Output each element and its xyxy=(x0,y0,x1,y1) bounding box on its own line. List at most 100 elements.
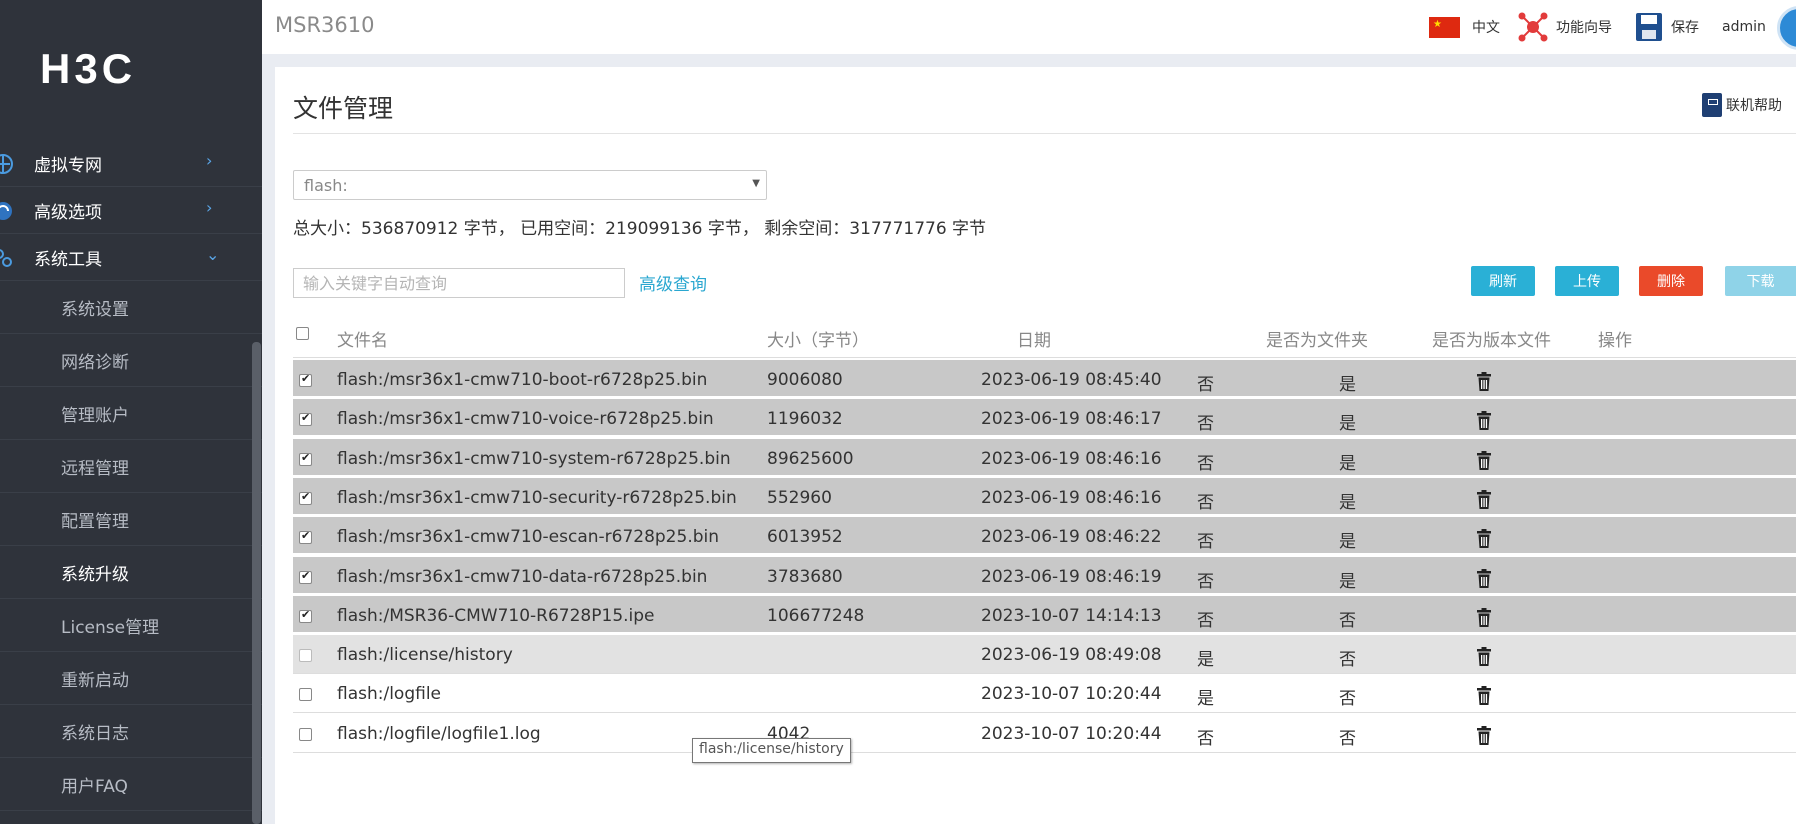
table-row[interactable]: flash:/logfile/logfile1.log 4042 2023-10-0… xyxy=(293,714,1796,753)
cell-version: 否 xyxy=(1339,610,1356,631)
trash-icon[interactable] xyxy=(1476,686,1492,706)
filename-tooltip: flash:/license/history xyxy=(692,738,851,763)
sidebar-subitem[interactable]: 系统日志 xyxy=(0,705,262,758)
row-checkbox[interactable] xyxy=(299,608,312,623)
row-checkbox[interactable] xyxy=(299,569,312,584)
cell-version: 否 xyxy=(1339,689,1356,710)
cell-name[interactable]: flash:/license/history xyxy=(337,645,513,665)
chevron-down-icon: ⌄ xyxy=(206,245,220,264)
help-label: 联机帮助 xyxy=(1726,98,1782,114)
chevron-right-icon: › xyxy=(206,198,213,217)
column-header-size[interactable]: 大小（字节） xyxy=(767,326,869,351)
row-checkbox[interactable] xyxy=(299,727,312,741)
table-row[interactable]: flash:/msr36x1-cmw710-system-r6728p25.bi… xyxy=(293,438,1796,478)
cell-name[interactable]: flash:/msr36x1-cmw710-data-r6728p25.bin xyxy=(337,567,707,587)
column-header-name[interactable]: 文件名 xyxy=(337,326,388,351)
upload-button[interactable]: 上传 xyxy=(1555,266,1619,296)
cell-name[interactable]: flash:/logfile/logfile1.log xyxy=(337,724,541,744)
cell-size: 9006080 xyxy=(767,370,843,390)
top-bar: MSR3610 中文 功能向导 保存 admin xyxy=(262,0,1796,54)
row-checkbox[interactable] xyxy=(299,372,312,387)
column-header-date[interactable]: 日期 xyxy=(1017,326,1051,351)
cell-date: 2023-06-19 08:46:17 xyxy=(981,409,1162,430)
storage-select[interactable]: flash: ▼ xyxy=(293,170,767,200)
table-row[interactable]: flash:/msr36x1-cmw710-voice-r6728p25.bin… xyxy=(293,399,1796,439)
cell-name[interactable]: flash:/msr36x1-cmw710-system-r6728p25.bi… xyxy=(337,449,731,469)
cell-name[interactable]: flash:/msr36x1-cmw710-security-r6728p25.… xyxy=(337,488,737,508)
cell-name[interactable]: flash:/msr36x1-cmw710-escan-r6728p25.bin xyxy=(337,527,719,547)
sidebar-subitem[interactable]: License管理 xyxy=(0,599,262,652)
trash-icon[interactable] xyxy=(1476,647,1492,667)
sidebar-subitem[interactable]: 远程管理 xyxy=(0,440,262,493)
trash-icon[interactable] xyxy=(1476,568,1492,589)
sidebar-item-label: 系统工具 xyxy=(34,249,102,270)
user-menu[interactable]: admin xyxy=(1722,0,1766,54)
table-row[interactable]: flash:/license/history 2023-06-19 08:49:0… xyxy=(293,635,1796,675)
trash-icon[interactable] xyxy=(1476,489,1492,510)
online-help-link[interactable]: 联机帮助 xyxy=(1702,93,1782,117)
storage-summary: 总大小：536870912 字节， 已用空间：219099136 字节， 剩余空… xyxy=(293,219,987,239)
refresh-button[interactable]: 刷新 xyxy=(1471,266,1535,296)
sidebar-item-vpn[interactable]: 虚拟专网 › xyxy=(0,140,262,187)
cell-folder: 否 xyxy=(1197,571,1214,592)
cell-folder: 是 xyxy=(1197,689,1214,710)
sidebar: H3C 虚拟专网 › 高级选项 › 系统工具 ⌄ 系统设置 网络诊断 管理账户 远程管理 配置管理系… xyxy=(0,0,262,824)
wizard-button[interactable]: 功能向导 xyxy=(1516,0,1612,54)
advanced-search-link[interactable]: 高级查询 xyxy=(639,270,707,295)
column-header-version[interactable]: 是否为版本文件 xyxy=(1432,326,1551,351)
sidebar-subitem[interactable]: 网络诊断 xyxy=(0,334,262,387)
storage-select-value: flash: xyxy=(304,176,348,195)
sidebar-subitem[interactable]: 配置管理 xyxy=(0,493,262,546)
sidebar-item-label: 高级选项 xyxy=(34,202,102,223)
row-checkbox[interactable] xyxy=(299,451,312,466)
trash-icon[interactable] xyxy=(1476,725,1492,746)
cell-date: 2023-06-19 08:46:19 xyxy=(981,566,1162,587)
trash-icon[interactable] xyxy=(1476,450,1492,471)
delete-button[interactable]: 删除 xyxy=(1639,266,1703,296)
column-header-folder[interactable]: 是否为文件夹 xyxy=(1266,326,1368,351)
sidebar-item-tools[interactable]: 系统工具 ⌄ xyxy=(0,234,262,281)
sidebar-subitem[interactable]: 管理账户 xyxy=(0,387,262,440)
table-row[interactable]: flash:/msr36x1-cmw710-boot-r6728p25.bin 9… xyxy=(293,360,1796,399)
save-button[interactable]: 保存 xyxy=(1635,0,1699,54)
row-checkbox[interactable] xyxy=(299,411,312,427)
language-switch[interactable]: 中文 xyxy=(1429,0,1500,54)
search-input[interactable] xyxy=(293,268,625,298)
cell-version: 否 xyxy=(1339,728,1356,749)
title-divider xyxy=(293,133,1796,134)
select-all-checkbox[interactable] xyxy=(296,327,309,340)
table-row[interactable]: flash:/logfile 2023-10-07 10:20:44 是 否 xyxy=(293,674,1796,714)
download-button[interactable]: 下载 xyxy=(1725,266,1796,296)
sidebar-scrollbar[interactable] xyxy=(252,342,261,824)
cell-version: 是 xyxy=(1339,571,1356,592)
cell-name[interactable]: flash:/logfile xyxy=(337,684,441,704)
trash-icon[interactable] xyxy=(1476,607,1492,628)
row-checkbox[interactable] xyxy=(299,529,312,545)
sidebar-subitem[interactable]: 系统设置 xyxy=(0,281,262,334)
sidebar-item-advanced[interactable]: 高级选项 › xyxy=(0,187,262,234)
sidebar-subitem[interactable]: 系统升级 xyxy=(0,546,262,599)
row-checkbox[interactable] xyxy=(299,688,312,702)
trash-icon[interactable] xyxy=(1476,529,1492,549)
tools-icon xyxy=(0,247,14,269)
wizard-label: 功能向导 xyxy=(1556,20,1612,36)
cell-name[interactable]: flash:/msr36x1-cmw710-voice-r6728p25.bin xyxy=(337,409,714,429)
row-checkbox[interactable] xyxy=(299,649,312,663)
table-row[interactable]: flash:/MSR36-CMW710-R6728P15.ipe 10667724… xyxy=(293,595,1796,635)
sidebar-subitem[interactable]: 重新启动 xyxy=(0,652,262,705)
cell-name[interactable]: flash:/msr36x1-cmw710-boot-r6728p25.bin xyxy=(337,370,707,390)
table-row[interactable]: flash:/msr36x1-cmw710-escan-r6728p25.bin… xyxy=(293,517,1796,557)
table-row[interactable]: flash:/msr36x1-cmw710-data-r6728p25.bin 3… xyxy=(293,556,1796,596)
cell-size: 106677248 xyxy=(767,605,865,626)
username: admin xyxy=(1722,19,1766,35)
cell-name[interactable]: flash:/MSR36-CMW710-R6728P15.ipe xyxy=(337,606,655,626)
cell-date: 2023-10-07 14:14:13 xyxy=(981,605,1162,626)
cell-folder: 否 xyxy=(1197,414,1214,435)
cell-date: 2023-10-07 10:20:44 xyxy=(981,723,1162,744)
sidebar-subitem[interactable]: 用户FAQ xyxy=(0,758,262,811)
trash-icon[interactable] xyxy=(1476,411,1492,431)
table-row[interactable]: flash:/msr36x1-cmw710-security-r6728p25.… xyxy=(293,477,1796,517)
wizard-icon xyxy=(1518,12,1548,42)
trash-icon[interactable] xyxy=(1476,372,1492,392)
row-checkbox[interactable] xyxy=(299,490,312,505)
